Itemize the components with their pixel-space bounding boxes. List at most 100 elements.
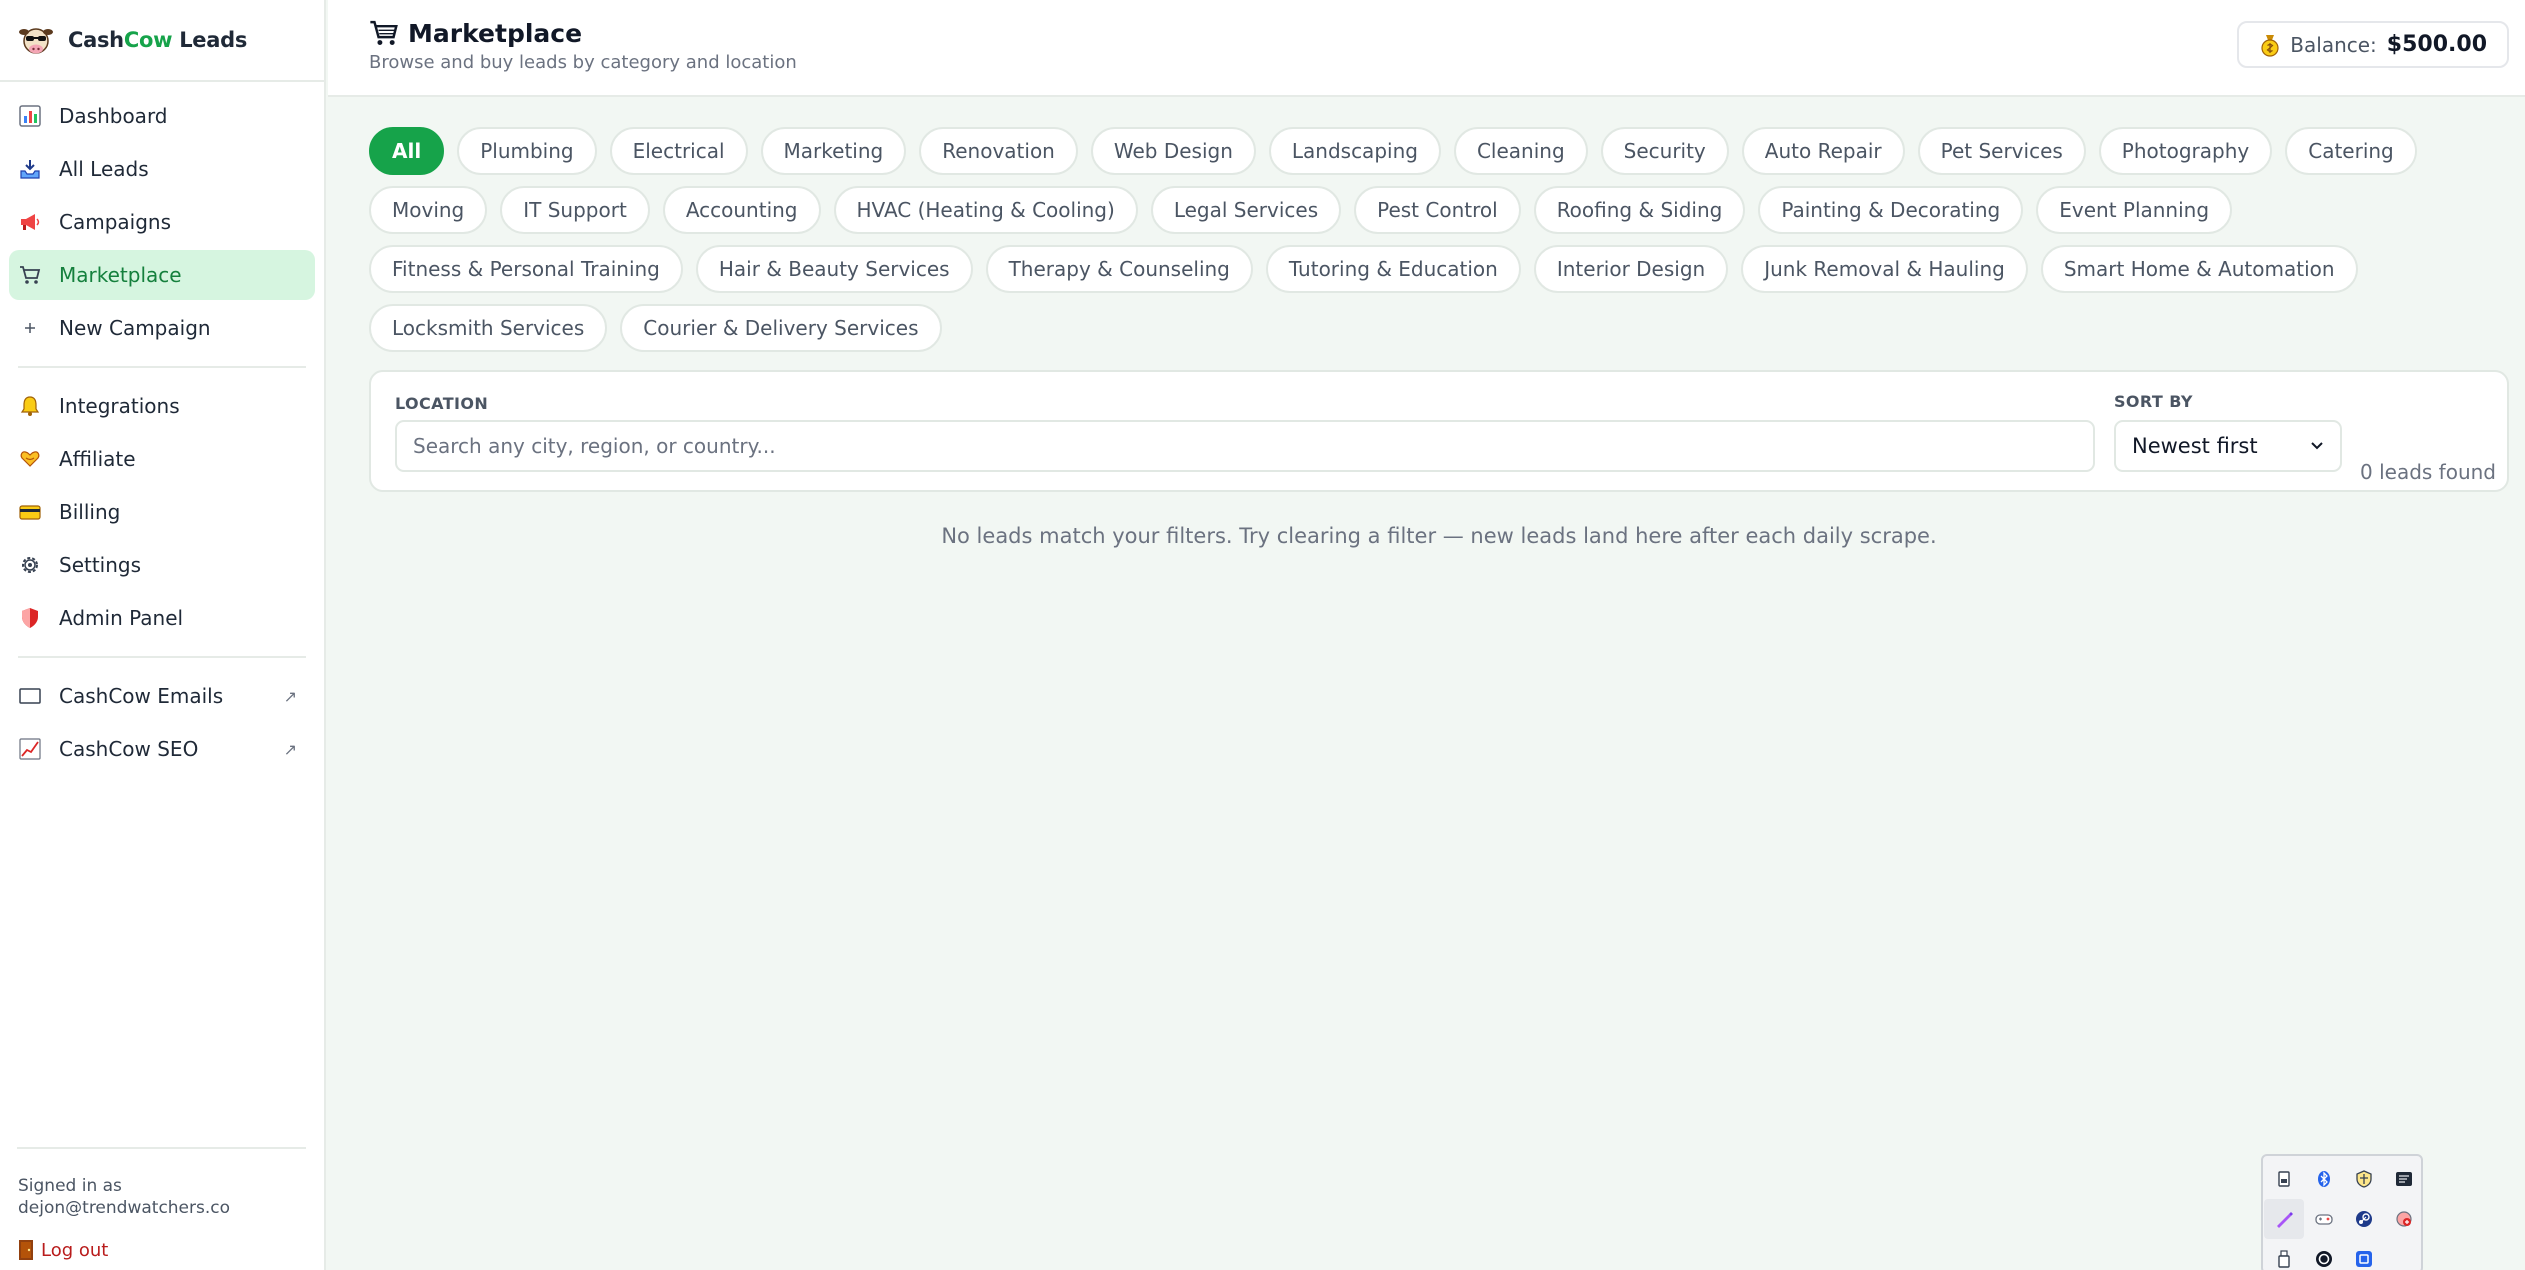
category-chip-cleaning[interactable]: Cleaning bbox=[1453, 127, 1588, 175]
logout-button[interactable]: Log out bbox=[18, 1239, 306, 1261]
category-chip-painting-and-decorating[interactable]: Painting & Decorating bbox=[1758, 186, 2024, 234]
category-chip-hair-and-beauty-services[interactable]: Hair & Beauty Services bbox=[695, 245, 973, 293]
category-filter-chips: All Plumbing Electrical Marketing Renovation… bbox=[369, 97, 2509, 363]
category-chip-photography[interactable]: Photography bbox=[2098, 127, 2273, 175]
sidebar-item-new-campaign[interactable]: New Campaign bbox=[9, 303, 315, 353]
sidebar-item-campaigns[interactable]: Campaigns bbox=[9, 197, 315, 247]
category-chip-catering[interactable]: Catering bbox=[2285, 127, 2417, 175]
category-chip-pet-services[interactable]: Pet Services bbox=[1917, 127, 2086, 175]
usb-drive-icon[interactable] bbox=[2264, 1159, 2304, 1199]
page-title: Marketplace bbox=[369, 18, 582, 48]
bar-chart-icon bbox=[18, 104, 42, 128]
email-icon bbox=[18, 684, 42, 708]
sidebar-divider bbox=[18, 366, 306, 368]
category-chip-roofing-and-siding[interactable]: Roofing & Siding bbox=[1533, 186, 1746, 234]
main-content: All Plumbing Electrical Marketing Renovation… bbox=[369, 97, 2509, 548]
category-chip-tutoring-and-education[interactable]: Tutoring & Education bbox=[1265, 245, 1521, 293]
sidebar-item-label: Affiliate bbox=[59, 447, 136, 471]
category-chip-courier-and-delivery-services[interactable]: Courier & Delivery Services bbox=[620, 304, 942, 352]
category-chip-legal-services[interactable]: Legal Services bbox=[1150, 186, 1342, 234]
heart-hands-icon bbox=[18, 447, 42, 471]
location-label: LOCATION bbox=[395, 394, 489, 413]
antivirus-icon[interactable] bbox=[2384, 1199, 2424, 1239]
sidebar-divider bbox=[18, 656, 306, 658]
sidebar-item-all-leads[interactable]: All Leads bbox=[9, 144, 315, 194]
screenshot-app-icon[interactable] bbox=[2344, 1239, 2384, 1270]
page-subtitle: Browse and buy leads by category and loc… bbox=[369, 52, 797, 73]
sidebar-item-billing[interactable]: Billing bbox=[9, 487, 315, 537]
logout-label: Log out bbox=[41, 1239, 109, 1261]
sidebar-item-integrations[interactable]: Integrations bbox=[9, 381, 315, 431]
category-chip-security[interactable]: Security bbox=[1600, 127, 1729, 175]
shield-app-icon[interactable] bbox=[2344, 1159, 2384, 1199]
credit-card-icon bbox=[18, 500, 42, 524]
sidebar-item-label: Billing bbox=[59, 500, 121, 524]
signed-in-label: Signed in as bbox=[18, 1176, 122, 1196]
sidebar-item-label: Integrations bbox=[59, 394, 180, 418]
category-chip-plumbing[interactable]: Plumbing bbox=[457, 127, 597, 175]
category-chip-therapy-and-counseling[interactable]: Therapy & Counseling bbox=[985, 245, 1253, 293]
chevron-down-icon bbox=[2311, 442, 2323, 450]
plus-icon bbox=[18, 316, 42, 340]
category-chip-hvac-heating-and-cooling[interactable]: HVAC (Heating & Cooling) bbox=[833, 186, 1138, 234]
usb-stick-icon[interactable] bbox=[2264, 1239, 2304, 1270]
steam-icon[interactable] bbox=[2344, 1199, 2384, 1239]
sidebar-item-dashboard[interactable]: Dashboard bbox=[9, 91, 315, 141]
money-bag-icon bbox=[2261, 34, 2279, 57]
sidebar-item-affiliate[interactable]: Affiliate bbox=[9, 434, 315, 484]
brand[interactable]: CashCow Leads bbox=[0, 0, 324, 82]
category-chip-moving[interactable]: Moving bbox=[369, 186, 488, 234]
category-chip-smart-home-and-automation[interactable]: Smart Home & Automation bbox=[2040, 245, 2358, 293]
sidebar-item-admin-panel[interactable]: Admin Panel bbox=[9, 593, 315, 643]
sidebar-footer-divider bbox=[17, 1147, 306, 1149]
sidebar-item-label: CashCow SEO bbox=[59, 737, 199, 761]
user-email: dejon@trendwatchers.co bbox=[18, 1198, 231, 1218]
category-chip-event-planning[interactable]: Event Planning bbox=[2036, 186, 2233, 234]
sidebar-item-marketplace[interactable]: Marketplace bbox=[9, 250, 315, 300]
sidebar-item-label: Admin Panel bbox=[59, 606, 184, 630]
category-chip-landscaping[interactable]: Landscaping bbox=[1268, 127, 1441, 175]
sidebar-item-cashcow-emails[interactable]: CashCow Emails ↗ bbox=[9, 671, 315, 721]
empty-state-message: No leads match your filters. Try clearin… bbox=[941, 524, 1937, 548]
pen-icon[interactable] bbox=[2264, 1199, 2304, 1239]
category-chip-interior-design[interactable]: Interior Design bbox=[1533, 245, 1729, 293]
category-chip-web-design[interactable]: Web Design bbox=[1090, 127, 1256, 175]
page-header: Marketplace Browse and buy leads by cate… bbox=[328, 0, 2525, 97]
category-chip-electrical[interactable]: Electrical bbox=[609, 127, 748, 175]
game-controller-icon[interactable] bbox=[2304, 1199, 2344, 1239]
external-link-icon: ↗ bbox=[283, 686, 297, 706]
category-chip-junk-removal-and-hauling[interactable]: Junk Removal & Hauling bbox=[1741, 245, 2028, 293]
chatgpt-icon[interactable] bbox=[2304, 1239, 2344, 1270]
balance-badge[interactable]: Balance: $500.00 bbox=[2237, 21, 2509, 68]
sidebar-footer: Signed in as dejon@trendwatchers.co Log … bbox=[0, 1147, 324, 1270]
shield-icon bbox=[18, 606, 42, 630]
location-search-input[interactable] bbox=[395, 420, 2095, 472]
category-chip-it-support[interactable]: IT Support bbox=[500, 186, 650, 234]
category-chip-locksmith-services[interactable]: Locksmith Services bbox=[369, 304, 608, 352]
trend-chart-icon bbox=[18, 737, 42, 761]
category-chip-accounting[interactable]: Accounting bbox=[662, 186, 821, 234]
category-chip-renovation[interactable]: Renovation bbox=[919, 127, 1078, 175]
terminal-icon[interactable] bbox=[2384, 1159, 2424, 1199]
sidebar-item-label: Campaigns bbox=[59, 210, 172, 234]
category-chip-pest-control[interactable]: Pest Control bbox=[1354, 186, 1521, 234]
category-chip-marketing[interactable]: Marketing bbox=[760, 127, 907, 175]
sidebar-item-cashcow-seo[interactable]: CashCow SEO ↗ bbox=[9, 724, 315, 774]
page-title-text: Marketplace bbox=[408, 18, 583, 48]
sidebar-item-label: Settings bbox=[59, 553, 142, 577]
bluetooth-icon[interactable] bbox=[2304, 1159, 2344, 1199]
category-chip-auto-repair[interactable]: Auto Repair bbox=[1741, 127, 1905, 175]
gear-icon bbox=[18, 553, 42, 577]
category-chip-fitness-and-personal-training[interactable]: Fitness & Personal Training bbox=[369, 245, 683, 293]
sidebar-item-settings[interactable]: Settings bbox=[9, 540, 315, 590]
sort-select[interactable]: Newest first bbox=[2114, 420, 2342, 472]
sidebar-item-label: Marketplace bbox=[59, 263, 182, 287]
shopping-cart-icon bbox=[370, 20, 398, 45]
sort-selected-value: Newest first bbox=[2132, 434, 2258, 458]
sidebar-item-label: Dashboard bbox=[59, 104, 168, 128]
sidebar-item-label: CashCow Emails bbox=[59, 684, 224, 708]
sort-label: SORT BY bbox=[2114, 392, 2193, 411]
sidebar-nav: Dashboard All Leads Campaigns Marketplac… bbox=[0, 82, 324, 774]
category-chip-all[interactable]: All bbox=[369, 127, 445, 175]
system-tray-popup bbox=[2261, 1154, 2423, 1270]
